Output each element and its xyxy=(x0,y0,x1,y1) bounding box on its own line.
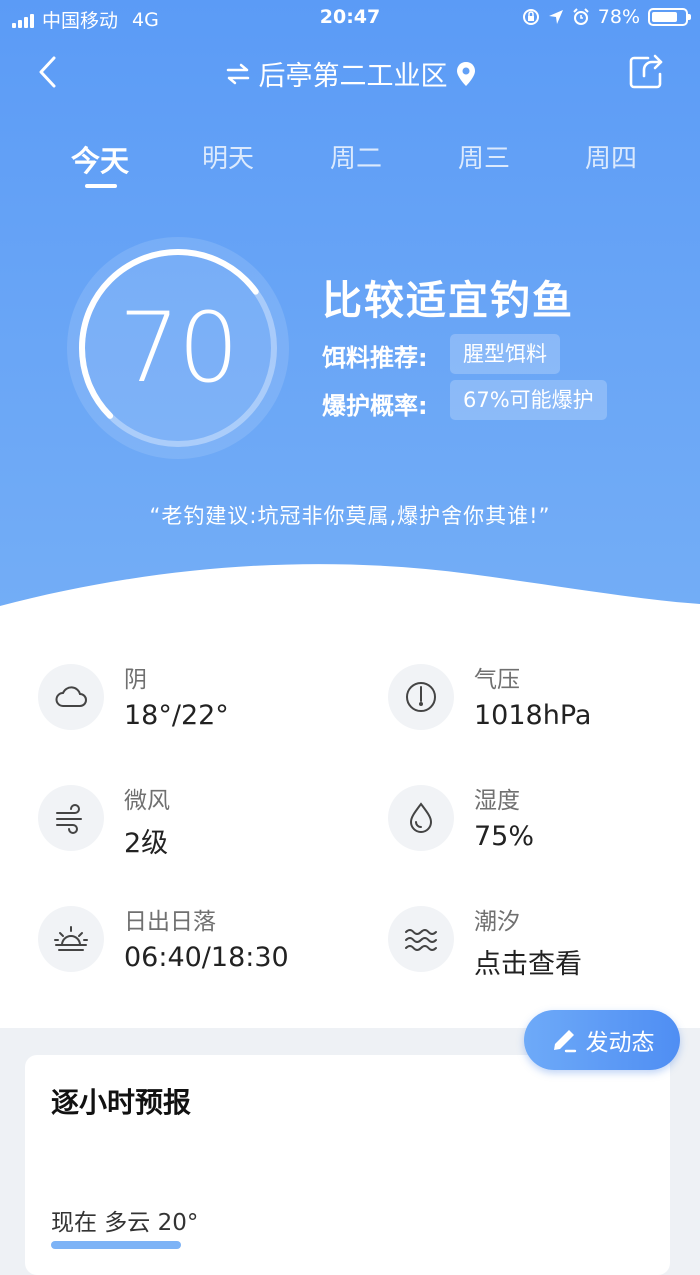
humidity-label: 湿度 xyxy=(474,788,520,814)
switch-arrows-icon xyxy=(226,63,249,84)
blank-rate-label: 爆护概率: xyxy=(322,392,428,420)
tide-view-link[interactable]: 点击查看 xyxy=(474,942,582,981)
location-name: 后亭第二工业区 xyxy=(258,61,448,92)
water-drop-icon xyxy=(388,785,454,851)
status-bar: 中国移动 4G 20:47 78% xyxy=(0,0,700,36)
alarm-icon xyxy=(573,8,589,25)
wind-label: 微风 xyxy=(124,788,170,814)
tab-tomorrow[interactable]: 明天 xyxy=(168,138,288,175)
score-value: 70 xyxy=(118,292,239,404)
wind-condition: 微风 2级 xyxy=(38,785,358,885)
tab-tuesday[interactable]: 周二 xyxy=(296,138,416,175)
hourly-forecast-card: 逐小时预报 现在 多云 20° xyxy=(25,1055,670,1275)
weather-label: 阴 xyxy=(124,667,147,693)
advice-quote: “老钓建议:坑冠非你莫属,爆护舍你其谁!” xyxy=(149,504,551,528)
tide-waves-icon xyxy=(388,906,454,972)
hourly-temp-bar xyxy=(51,1241,181,1249)
sunrise-icon xyxy=(38,906,104,972)
score-gauge: 70 xyxy=(66,236,290,460)
bait-label: 饵料推荐: xyxy=(322,344,428,372)
tide-condition[interactable]: 潮汐 点击查看 xyxy=(388,906,700,1006)
tide-label: 潮汐 xyxy=(474,909,520,935)
humidity-condition: 湿度 75% xyxy=(388,785,700,885)
share-icon[interactable] xyxy=(628,52,664,90)
conditions-panel: 阴 18°/22° 气压 1018hPa 微风 2级 湿度 75% 日出日落 0… xyxy=(0,620,700,1028)
hero-section: 中国移动 4G 20:47 78% 后亭第二工业区 今天 明天 周二 周三 周四 xyxy=(0,0,700,640)
pressure-gauge-icon xyxy=(388,664,454,730)
battery-percent: 78% xyxy=(597,6,640,28)
wind-icon xyxy=(38,785,104,851)
cloud-icon xyxy=(38,664,104,730)
battery-icon xyxy=(648,8,691,26)
sun-condition: 日出日落 06:40/18:30 xyxy=(38,906,358,1006)
sun-label: 日出日落 xyxy=(124,909,216,935)
weather-condition: 阴 18°/22° xyxy=(38,664,358,764)
pressure-value: 1018hPa xyxy=(474,700,592,731)
location-selector[interactable]: 后亭第二工业区 xyxy=(0,54,700,93)
tab-wednesday[interactable]: 周三 xyxy=(424,138,544,175)
humidity-value: 75% xyxy=(474,821,535,852)
hourly-forecast-title: 逐小时预报 xyxy=(51,1086,192,1119)
location-arrow-icon xyxy=(548,10,563,24)
pressure-condition: 气压 1018hPa xyxy=(388,664,700,764)
tab-today[interactable]: 今天 xyxy=(40,138,160,180)
post-update-button[interactable]: 发动态 xyxy=(524,1010,680,1070)
map-pin-icon xyxy=(456,61,475,86)
pressure-label: 气压 xyxy=(474,667,520,693)
current-weather-summary: 现在 多云 20° xyxy=(51,1210,199,1236)
sun-times-value: 06:40/18:30 xyxy=(124,942,289,973)
post-update-label: 发动态 xyxy=(585,1030,655,1056)
orientation-lock-icon xyxy=(522,9,539,25)
wind-value: 2级 xyxy=(124,828,169,859)
pencil-icon xyxy=(553,1030,576,1053)
active-tab-indicator xyxy=(85,184,117,188)
bait-chip: 腥型饵料 xyxy=(450,334,560,374)
temperature-value: 18°/22° xyxy=(124,700,229,731)
tab-thursday[interactable]: 周四 xyxy=(551,138,671,175)
fishing-verdict: 比较适宜钓鱼 xyxy=(322,278,574,324)
blank-rate-chip: 67%可能爆护 xyxy=(450,380,607,420)
top-nav: 后亭第二工业区 xyxy=(0,40,700,104)
day-tabs: 今天 明天 周二 周三 周四 xyxy=(0,138,700,198)
